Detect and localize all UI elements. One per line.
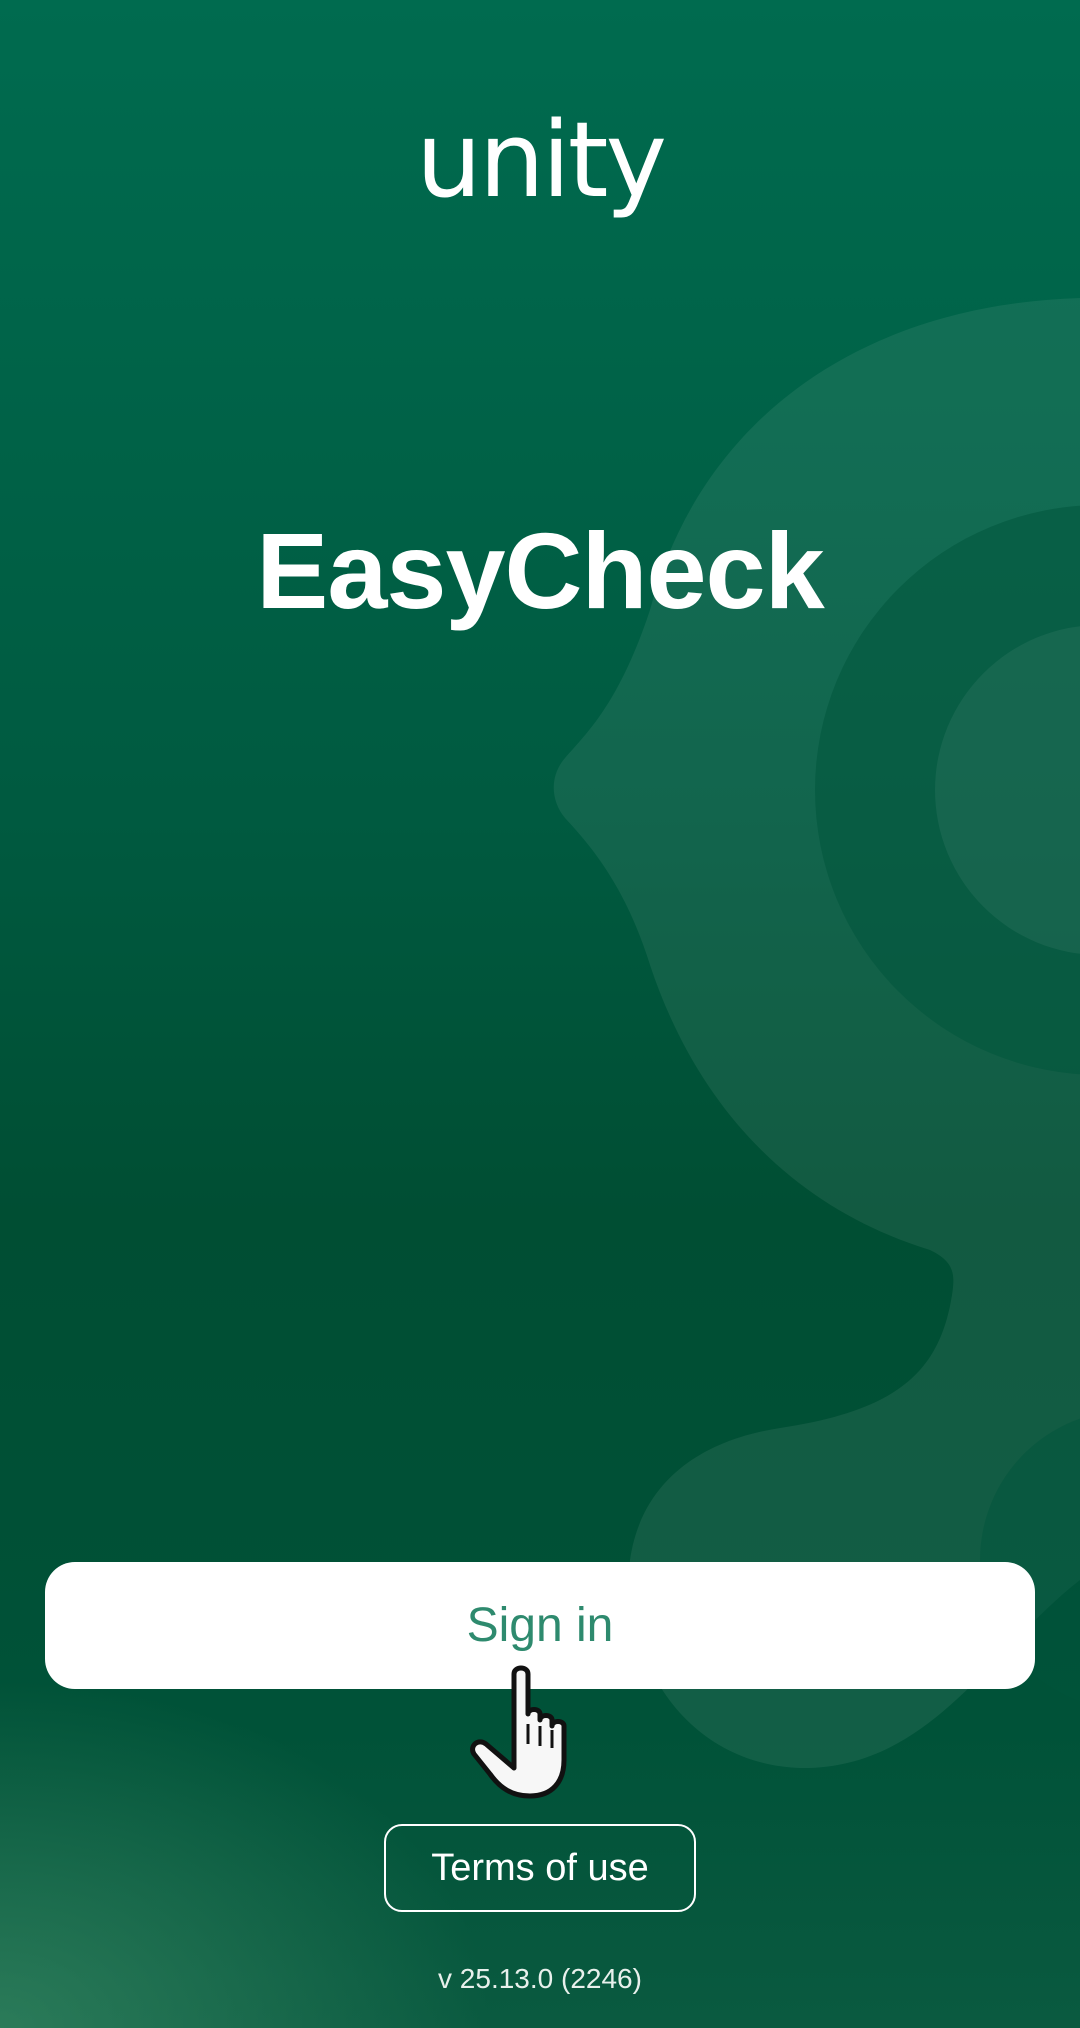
sign-in-label: Sign in: [466, 1599, 614, 1652]
welcome-screen: unity EasyCheck Sign in Terms of use v 2…: [0, 0, 1080, 2028]
terms-of-use-label: Terms of use: [431, 1846, 649, 1889]
app-title: EasyCheck: [256, 510, 824, 631]
hand-pointer-icon: [470, 1665, 567, 1799]
unity-logo: unity: [415, 99, 667, 221]
version-label: v 25.13.0 (2246): [438, 1963, 642, 1994]
terms-of-use-button[interactable]: Terms of use: [384, 1824, 696, 1912]
